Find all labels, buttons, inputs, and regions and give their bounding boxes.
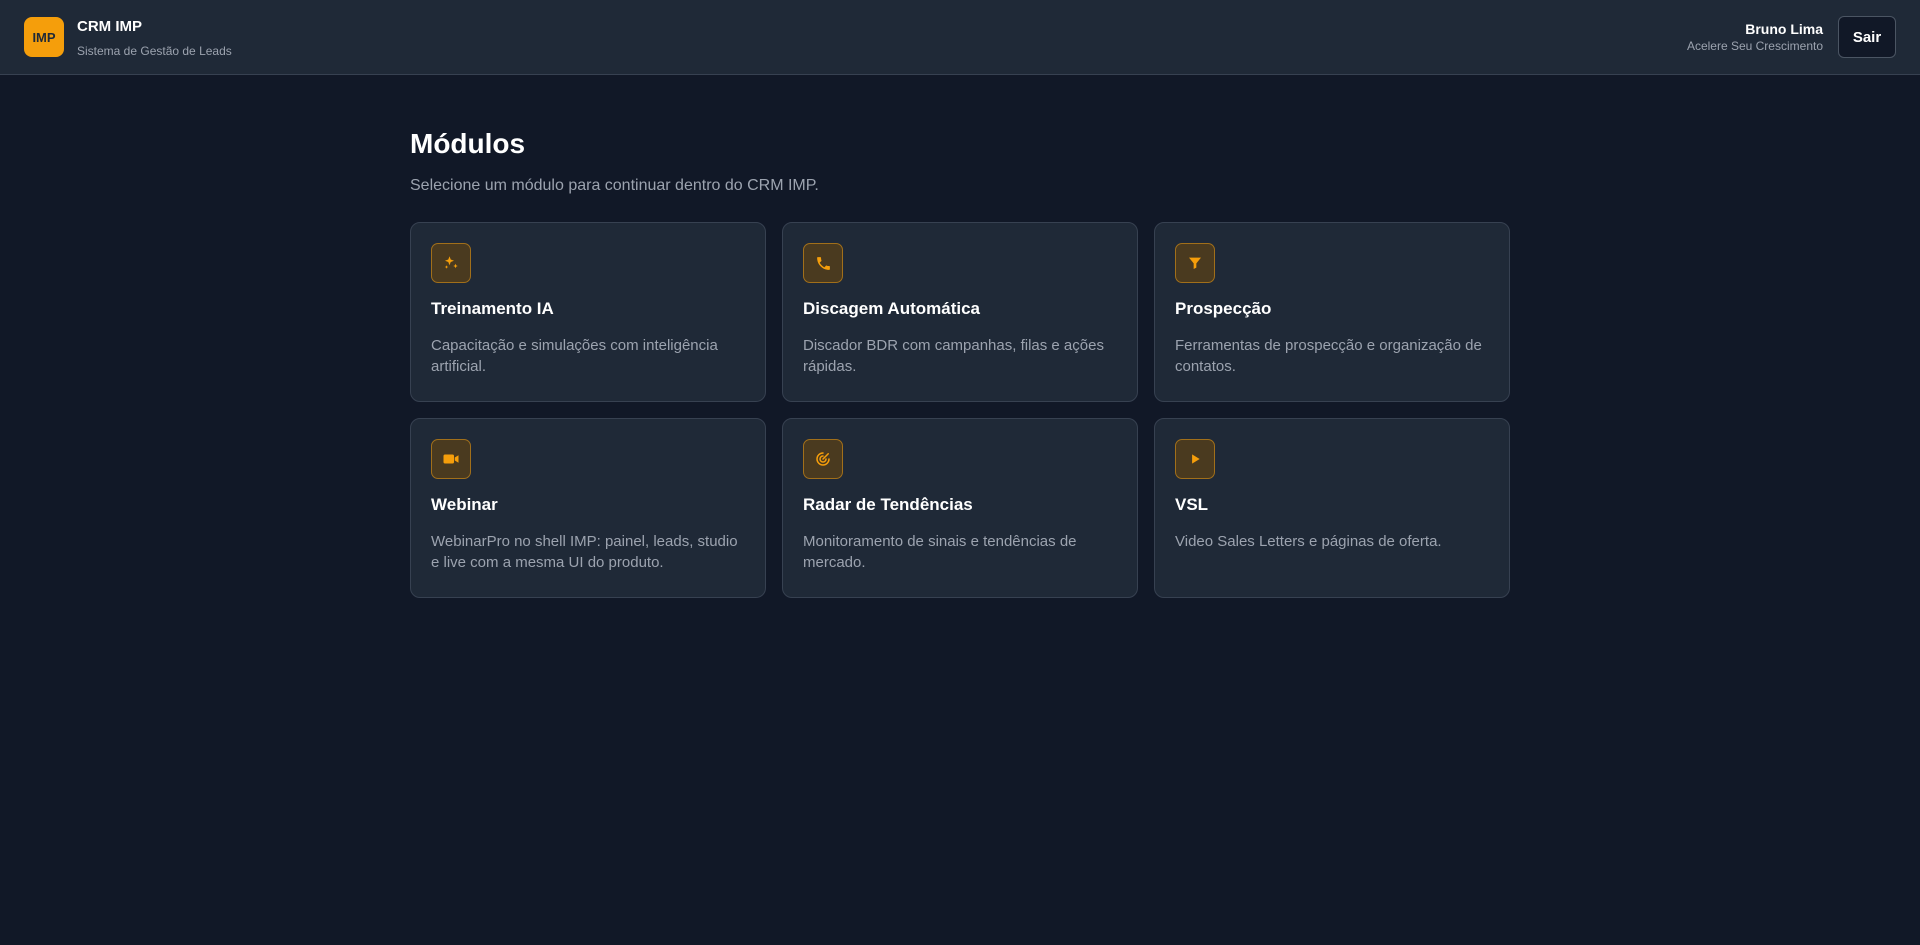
phone-icon — [803, 243, 843, 283]
user-name: Bruno Lima — [1745, 21, 1823, 37]
modules-grid: Treinamento IA Capacitação e simulações … — [410, 222, 1510, 598]
brand-logo[interactable]: IMP — [24, 17, 64, 57]
page-subtitle: Selecione um módulo para continuar dentr… — [410, 177, 819, 194]
module-card-treinamento-ia[interactable]: Treinamento IA Capacitação e simulações … — [410, 222, 766, 402]
module-title: Discagem Automática — [803, 299, 980, 318]
app-title: CRM IMP — [77, 18, 142, 35]
filter-icon — [1175, 243, 1215, 283]
module-title: VSL — [1175, 495, 1209, 514]
module-description: Ferramentas de prospecção e organização … — [1175, 337, 1482, 375]
video-camera-icon — [431, 439, 471, 479]
play-icon — [1175, 439, 1215, 479]
module-card-discagem-automatica[interactable]: Discagem Automática Discador BDR com cam… — [782, 222, 1138, 402]
logout-button[interactable]: Sair — [1838, 16, 1896, 58]
module-description: WebinarPro no shell IMP: painel, leads, … — [431, 533, 738, 571]
user-tagline: Acelere Seu Crescimento — [1686, 39, 1823, 53]
module-card-vsl[interactable]: VSL Video Sales Letters e páginas de ofe… — [1154, 418, 1510, 598]
module-card-webinar[interactable]: Webinar WebinarPro no shell IMP: painel,… — [410, 418, 766, 598]
module-title: Treinamento IA — [431, 299, 554, 318]
top-header: IMP CRM IMP Sistema de Gestão de Leads B… — [0, 0, 1920, 75]
module-description: Discador BDR com campanhas, filas e açõe… — [803, 337, 1104, 375]
module-description: Monitoramento de sinais e tendências de … — [803, 533, 1077, 571]
module-title: Webinar — [431, 495, 498, 514]
module-title: Prospecção — [1175, 299, 1272, 318]
page-title: Módulos — [410, 128, 526, 159]
module-card-radar-de-tendencias[interactable]: Radar de Tendências Monitoramento de sin… — [782, 418, 1138, 598]
sparkles-icon — [431, 243, 471, 283]
module-description: Capacitação e simulações com inteligênci… — [431, 337, 718, 375]
module-card-prospeccao[interactable]: Prospecção Ferramentas de prospecção e o… — [1154, 222, 1510, 402]
module-title: Radar de Tendências — [803, 495, 973, 514]
module-description: Video Sales Letters e páginas de oferta. — [1175, 533, 1442, 550]
radar-icon — [803, 439, 843, 479]
app-subtitle: Sistema de Gestão de Leads — [77, 44, 232, 58]
